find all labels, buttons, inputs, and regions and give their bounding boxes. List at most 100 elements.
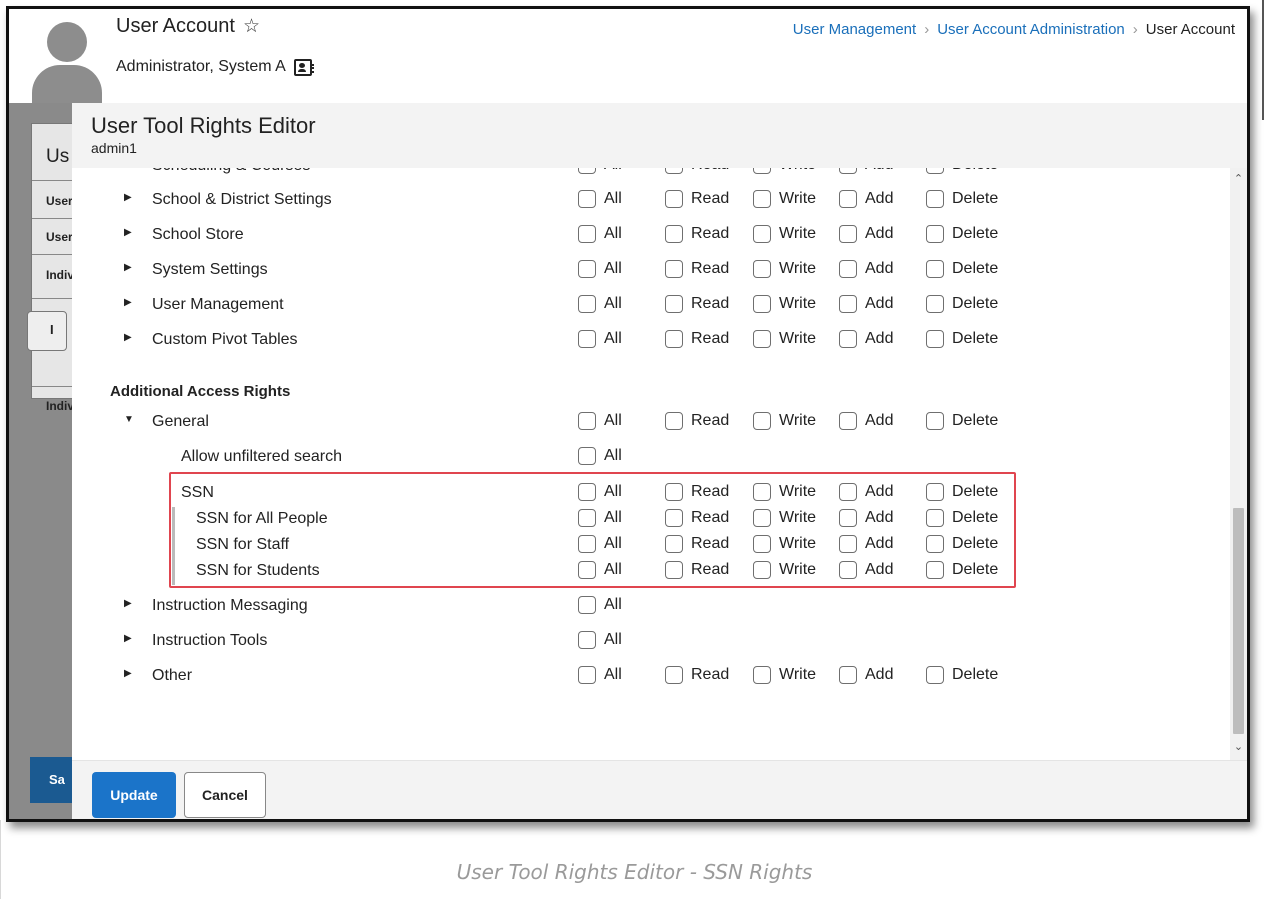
- checkbox-box[interactable]: [665, 225, 683, 243]
- tool-row-general-add-checkbox[interactable]: Add: [839, 412, 893, 430]
- checkbox-box[interactable]: [926, 412, 944, 430]
- tool-row-all-checkbox[interactable]: All: [578, 260, 622, 278]
- checkbox-box[interactable]: [839, 412, 857, 430]
- tool-row-add-checkbox[interactable]: Add: [839, 260, 893, 278]
- checkbox-box[interactable]: [753, 260, 771, 278]
- checkbox-box[interactable]: [578, 225, 596, 243]
- checkbox-box[interactable]: [839, 190, 857, 208]
- tool-row-read-checkbox[interactable]: Read: [665, 666, 729, 684]
- caret-right-icon[interactable]: ▶: [124, 297, 132, 308]
- checkbox-box[interactable]: [578, 190, 596, 208]
- checkbox-box[interactable]: [839, 330, 857, 348]
- caret-right-icon[interactable]: ▶: [124, 598, 132, 609]
- checkbox-box[interactable]: [578, 596, 596, 614]
- tool-row-all-checkbox[interactable]: All: [578, 330, 622, 348]
- checkbox-box[interactable]: [753, 666, 771, 684]
- checkbox-box[interactable]: [753, 168, 771, 174]
- checkbox-box[interactable]: [665, 168, 683, 174]
- checkbox-box[interactable]: [665, 666, 683, 684]
- checkbox-box[interactable]: [839, 260, 857, 278]
- caret-right-icon[interactable]: ▶: [124, 168, 132, 169]
- checkbox-box[interactable]: [578, 260, 596, 278]
- tool-row-add-checkbox[interactable]: Add: [839, 295, 893, 313]
- checkbox-box[interactable]: [665, 190, 683, 208]
- tool-row-add-checkbox[interactable]: Add: [839, 225, 893, 243]
- tool-row-all-checkbox[interactable]: All: [578, 666, 622, 684]
- tool-row-del-checkbox[interactable]: Delete: [926, 295, 998, 313]
- tool-row-all-checkbox[interactable]: All: [578, 631, 622, 649]
- star-icon[interactable]: ☆: [243, 15, 260, 38]
- checkbox-box[interactable]: [753, 330, 771, 348]
- tool-row-general-all-checkbox[interactable]: All: [578, 412, 622, 430]
- tool-row-all-checkbox[interactable]: All: [578, 596, 622, 614]
- checkbox-box[interactable]: [753, 190, 771, 208]
- tool-row-general-read-checkbox[interactable]: Read: [665, 412, 729, 430]
- checkbox-box[interactable]: [665, 260, 683, 278]
- checkbox-box[interactable]: [665, 330, 683, 348]
- checkbox-box[interactable]: [926, 666, 944, 684]
- breadcrumb-user-account-administration[interactable]: User Account Administration: [937, 21, 1125, 38]
- checkbox-box[interactable]: [578, 168, 596, 174]
- checkbox-box[interactable]: [926, 330, 944, 348]
- caret-right-icon[interactable]: ▶: [124, 227, 132, 238]
- tool-row-del-checkbox[interactable]: Delete: [926, 330, 998, 348]
- checkbox-box[interactable]: [753, 295, 771, 313]
- tool-row-all-checkbox[interactable]: All: [578, 190, 622, 208]
- tool-row-partial-all-checkbox[interactable]: All: [578, 168, 622, 174]
- scrollbar-thumb[interactable]: [1233, 508, 1244, 734]
- checkbox-box[interactable]: [926, 190, 944, 208]
- update-button[interactable]: Update: [92, 772, 176, 818]
- checkbox-box[interactable]: [839, 225, 857, 243]
- tool-row-write-checkbox[interactable]: Write: [753, 295, 816, 313]
- tool-row-del-checkbox[interactable]: Delete: [926, 260, 998, 278]
- checkbox-box[interactable]: [578, 295, 596, 313]
- tool-row-read-checkbox[interactable]: Read: [665, 225, 729, 243]
- caret-right-icon[interactable]: ▶: [124, 332, 132, 343]
- tool-row-add-checkbox[interactable]: Add: [839, 190, 893, 208]
- checkbox-box[interactable]: [578, 447, 596, 465]
- checkbox-box[interactable]: [753, 412, 771, 430]
- checkbox-box[interactable]: [665, 412, 683, 430]
- tool-row-del-checkbox[interactable]: Delete: [926, 666, 998, 684]
- tool-row-del-checkbox[interactable]: Delete: [926, 225, 998, 243]
- tool-row-read-checkbox[interactable]: Read: [665, 260, 729, 278]
- tool-row-write-checkbox[interactable]: Write: [753, 190, 816, 208]
- tool-row-partial-read-checkbox[interactable]: Read: [665, 168, 729, 174]
- checkbox-box[interactable]: [839, 168, 857, 174]
- tool-row-general-del-checkbox[interactable]: Delete: [926, 412, 998, 430]
- tool-row-all-checkbox[interactable]: All: [578, 295, 622, 313]
- checkbox-box[interactable]: [926, 260, 944, 278]
- scroll-down-icon[interactable]: ⌄: [1232, 740, 1245, 753]
- checkbox-box[interactable]: [578, 631, 596, 649]
- checkbox-box[interactable]: [839, 295, 857, 313]
- checkbox-box[interactable]: [839, 666, 857, 684]
- tool-row-write-checkbox[interactable]: Write: [753, 330, 816, 348]
- checkbox-box[interactable]: [926, 295, 944, 313]
- tool-row-general-write-checkbox[interactable]: Write: [753, 412, 816, 430]
- caret-down-icon[interactable]: ▼: [124, 414, 134, 425]
- tool-row-add-checkbox[interactable]: Add: [839, 330, 893, 348]
- checkbox-box[interactable]: [665, 295, 683, 313]
- checkbox-box[interactable]: [926, 225, 944, 243]
- tool-row-read-checkbox[interactable]: Read: [665, 190, 729, 208]
- caret-right-icon[interactable]: ▶: [124, 192, 132, 203]
- cancel-button[interactable]: Cancel: [184, 772, 266, 818]
- checkbox-box[interactable]: [578, 412, 596, 430]
- tool-row-write-checkbox[interactable]: Write: [753, 666, 816, 684]
- tool-row-write-checkbox[interactable]: Write: [753, 225, 816, 243]
- checkbox-box[interactable]: [753, 225, 771, 243]
- contact-card-icon[interactable]: [293, 58, 314, 76]
- tool-row-partial-write-checkbox[interactable]: Write: [753, 168, 816, 174]
- scroll-up-icon[interactable]: ⌃: [1232, 172, 1245, 185]
- tool-row-del-checkbox[interactable]: Delete: [926, 190, 998, 208]
- checkbox-box[interactable]: [578, 330, 596, 348]
- tool-row-read-checkbox[interactable]: Read: [665, 295, 729, 313]
- tool-row-read-checkbox[interactable]: Read: [665, 330, 729, 348]
- checkbox-box[interactable]: [926, 168, 944, 174]
- caret-right-icon[interactable]: ▶: [124, 668, 132, 679]
- caret-right-icon[interactable]: ▶: [124, 262, 132, 273]
- tool-row-partial-add-checkbox[interactable]: Add: [839, 168, 893, 174]
- tool-row-add-checkbox[interactable]: Add: [839, 666, 893, 684]
- checkbox-box[interactable]: [578, 666, 596, 684]
- tool-row-partial-del-checkbox[interactable]: Delete: [926, 168, 998, 174]
